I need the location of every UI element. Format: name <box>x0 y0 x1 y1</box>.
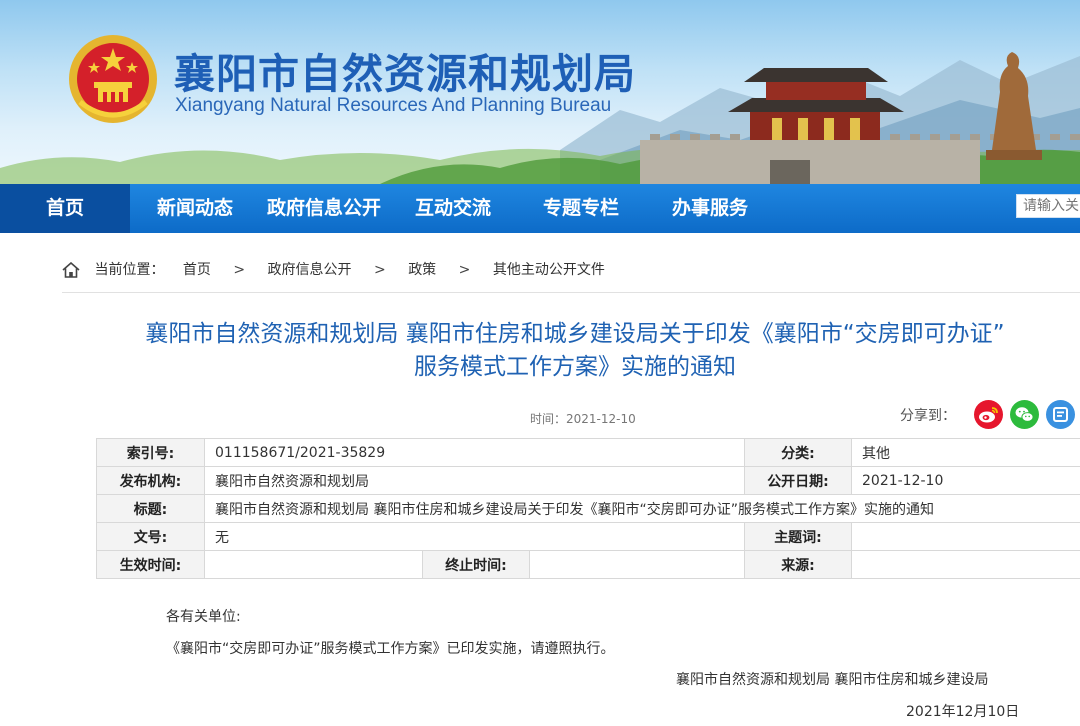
source-value <box>851 550 1080 579</box>
home-icon <box>62 262 80 278</box>
table-row: 生效时间: 终止时间: 来源: <box>96 550 1080 579</box>
main-nav: 首页 新闻动态 政府信息公开 互动交流 专题专栏 办事服务 <box>0 184 1080 233</box>
effective-time-value <box>204 550 423 579</box>
title-label: 标题: <box>96 494 205 523</box>
publish-date-value: 2021-12-10 <box>851 466 1080 495</box>
title-value: 襄阳市自然资源和规划局 襄阳市住房和城乡建设局关于印发《襄阳市“交房即可办证”服… <box>204 494 1080 523</box>
weibo-icon <box>979 407 998 423</box>
breadcrumb-prefix: 当前位置： <box>94 262 165 278</box>
article-title: 襄阳市自然资源和规划局 襄阳市住房和城乡建设局关于印发《襄阳市“交房即可办证” … <box>60 318 1080 384</box>
breadcrumb-separator: > <box>233 262 246 278</box>
doc-number-value: 无 <box>204 522 745 551</box>
table-row: 标题: 襄阳市自然资源和规划局 襄阳市住房和城乡建设局关于印发《襄阳市“交房即可… <box>96 494 1080 523</box>
breadcrumb-policy[interactable]: 政策 <box>408 262 436 278</box>
breadcrumb-other-docs[interactable]: 其他主动公开文件 <box>493 262 605 278</box>
body-paragraph: 《襄阳市“交房即可办证”服务模式工作方案》已印发实施，请遵照执行。 <box>166 641 615 657</box>
table-row: 发布机构: 襄阳市自然资源和规划局 公开日期: 2021-12-10 <box>96 466 1080 495</box>
share-wechat-button[interactable] <box>1010 400 1039 429</box>
article-title-line-1: 襄阳市自然资源和规划局 襄阳市住房和城乡建设局关于印发《襄阳市“交房即可办证” <box>145 321 1005 347</box>
share-weibo-button[interactable] <box>974 400 1003 429</box>
table-row: 索引号: 011158671/2021-35829 分类: 其他 <box>96 438 1080 467</box>
breadcrumb: 当前位置： 首页 > 政府信息公开 > 政策 > 其他主动公开文件 <box>62 258 605 282</box>
breadcrumb-home[interactable]: 首页 <box>183 262 211 278</box>
keyword-label: 主题词: <box>744 522 852 551</box>
category-value: 其他 <box>851 438 1080 467</box>
source-label: 来源: <box>744 550 852 579</box>
publish-time-label: 时间： <box>530 412 567 426</box>
wechat-icon <box>1015 407 1034 422</box>
category-label: 分类: <box>744 438 852 467</box>
nav-item-gov-info[interactable]: 政府信息公开 <box>258 184 390 233</box>
publish-date-label: 公开日期: <box>744 466 852 495</box>
divider <box>62 292 1080 293</box>
end-time-value <box>529 550 745 579</box>
publisher-value: 襄阳市自然资源和规划局 <box>204 466 745 495</box>
nav-item-news[interactable]: 新闻动态 <box>142 184 248 233</box>
end-time-label: 终止时间: <box>422 550 530 579</box>
table-row: 文号: 无 主题词: <box>96 522 1080 551</box>
publish-time-value: 2021-12-10 <box>566 412 636 426</box>
document-meta-table: 索引号: 011158671/2021-35829 分类: 其他 发布机构: 襄… <box>96 438 1080 579</box>
publish-time: 时间：2021-12-10 <box>530 410 636 427</box>
effective-time-label: 生效时间: <box>96 550 205 579</box>
article-title-line-2: 服务模式工作方案》实施的通知 <box>414 354 736 380</box>
header-banner: 襄阳市自然资源和规划局 Xiangyang Natural Resources … <box>0 0 1080 184</box>
breadcrumb-separator: > <box>458 262 471 278</box>
search-input[interactable] <box>1016 194 1080 218</box>
nav-item-topics[interactable]: 专题专栏 <box>532 184 630 233</box>
nav-item-services[interactable]: 办事服务 <box>660 184 760 233</box>
site-subtitle: Xiangyang Natural Resources And Planning… <box>175 95 612 116</box>
index-label: 索引号: <box>96 438 205 467</box>
doc-number-label: 文号: <box>96 522 205 551</box>
qzone-icon <box>1053 407 1068 422</box>
index-value: 011158671/2021-35829 <box>204 438 745 467</box>
breadcrumb-separator: > <box>374 262 386 278</box>
body-date: 2021年12月10日 <box>906 704 1020 720</box>
keyword-value <box>851 522 1080 551</box>
share-label: 分享到： <box>900 408 956 424</box>
body-signature: 襄阳市自然资源和规划局 襄阳市住房和城乡建设局 <box>676 672 989 688</box>
nav-item-home[interactable]: 首页 <box>0 184 130 233</box>
national-emblem-icon <box>69 35 157 123</box>
breadcrumb-gov-info[interactable]: 政府信息公开 <box>268 262 352 278</box>
nav-item-interaction[interactable]: 互动交流 <box>404 184 502 233</box>
body-greeting: 各有关单位: <box>166 609 241 625</box>
publisher-label: 发布机构: <box>96 466 205 495</box>
share-qzone-button[interactable] <box>1046 400 1075 429</box>
site-title: 襄阳市自然资源和规划局 <box>174 50 636 98</box>
